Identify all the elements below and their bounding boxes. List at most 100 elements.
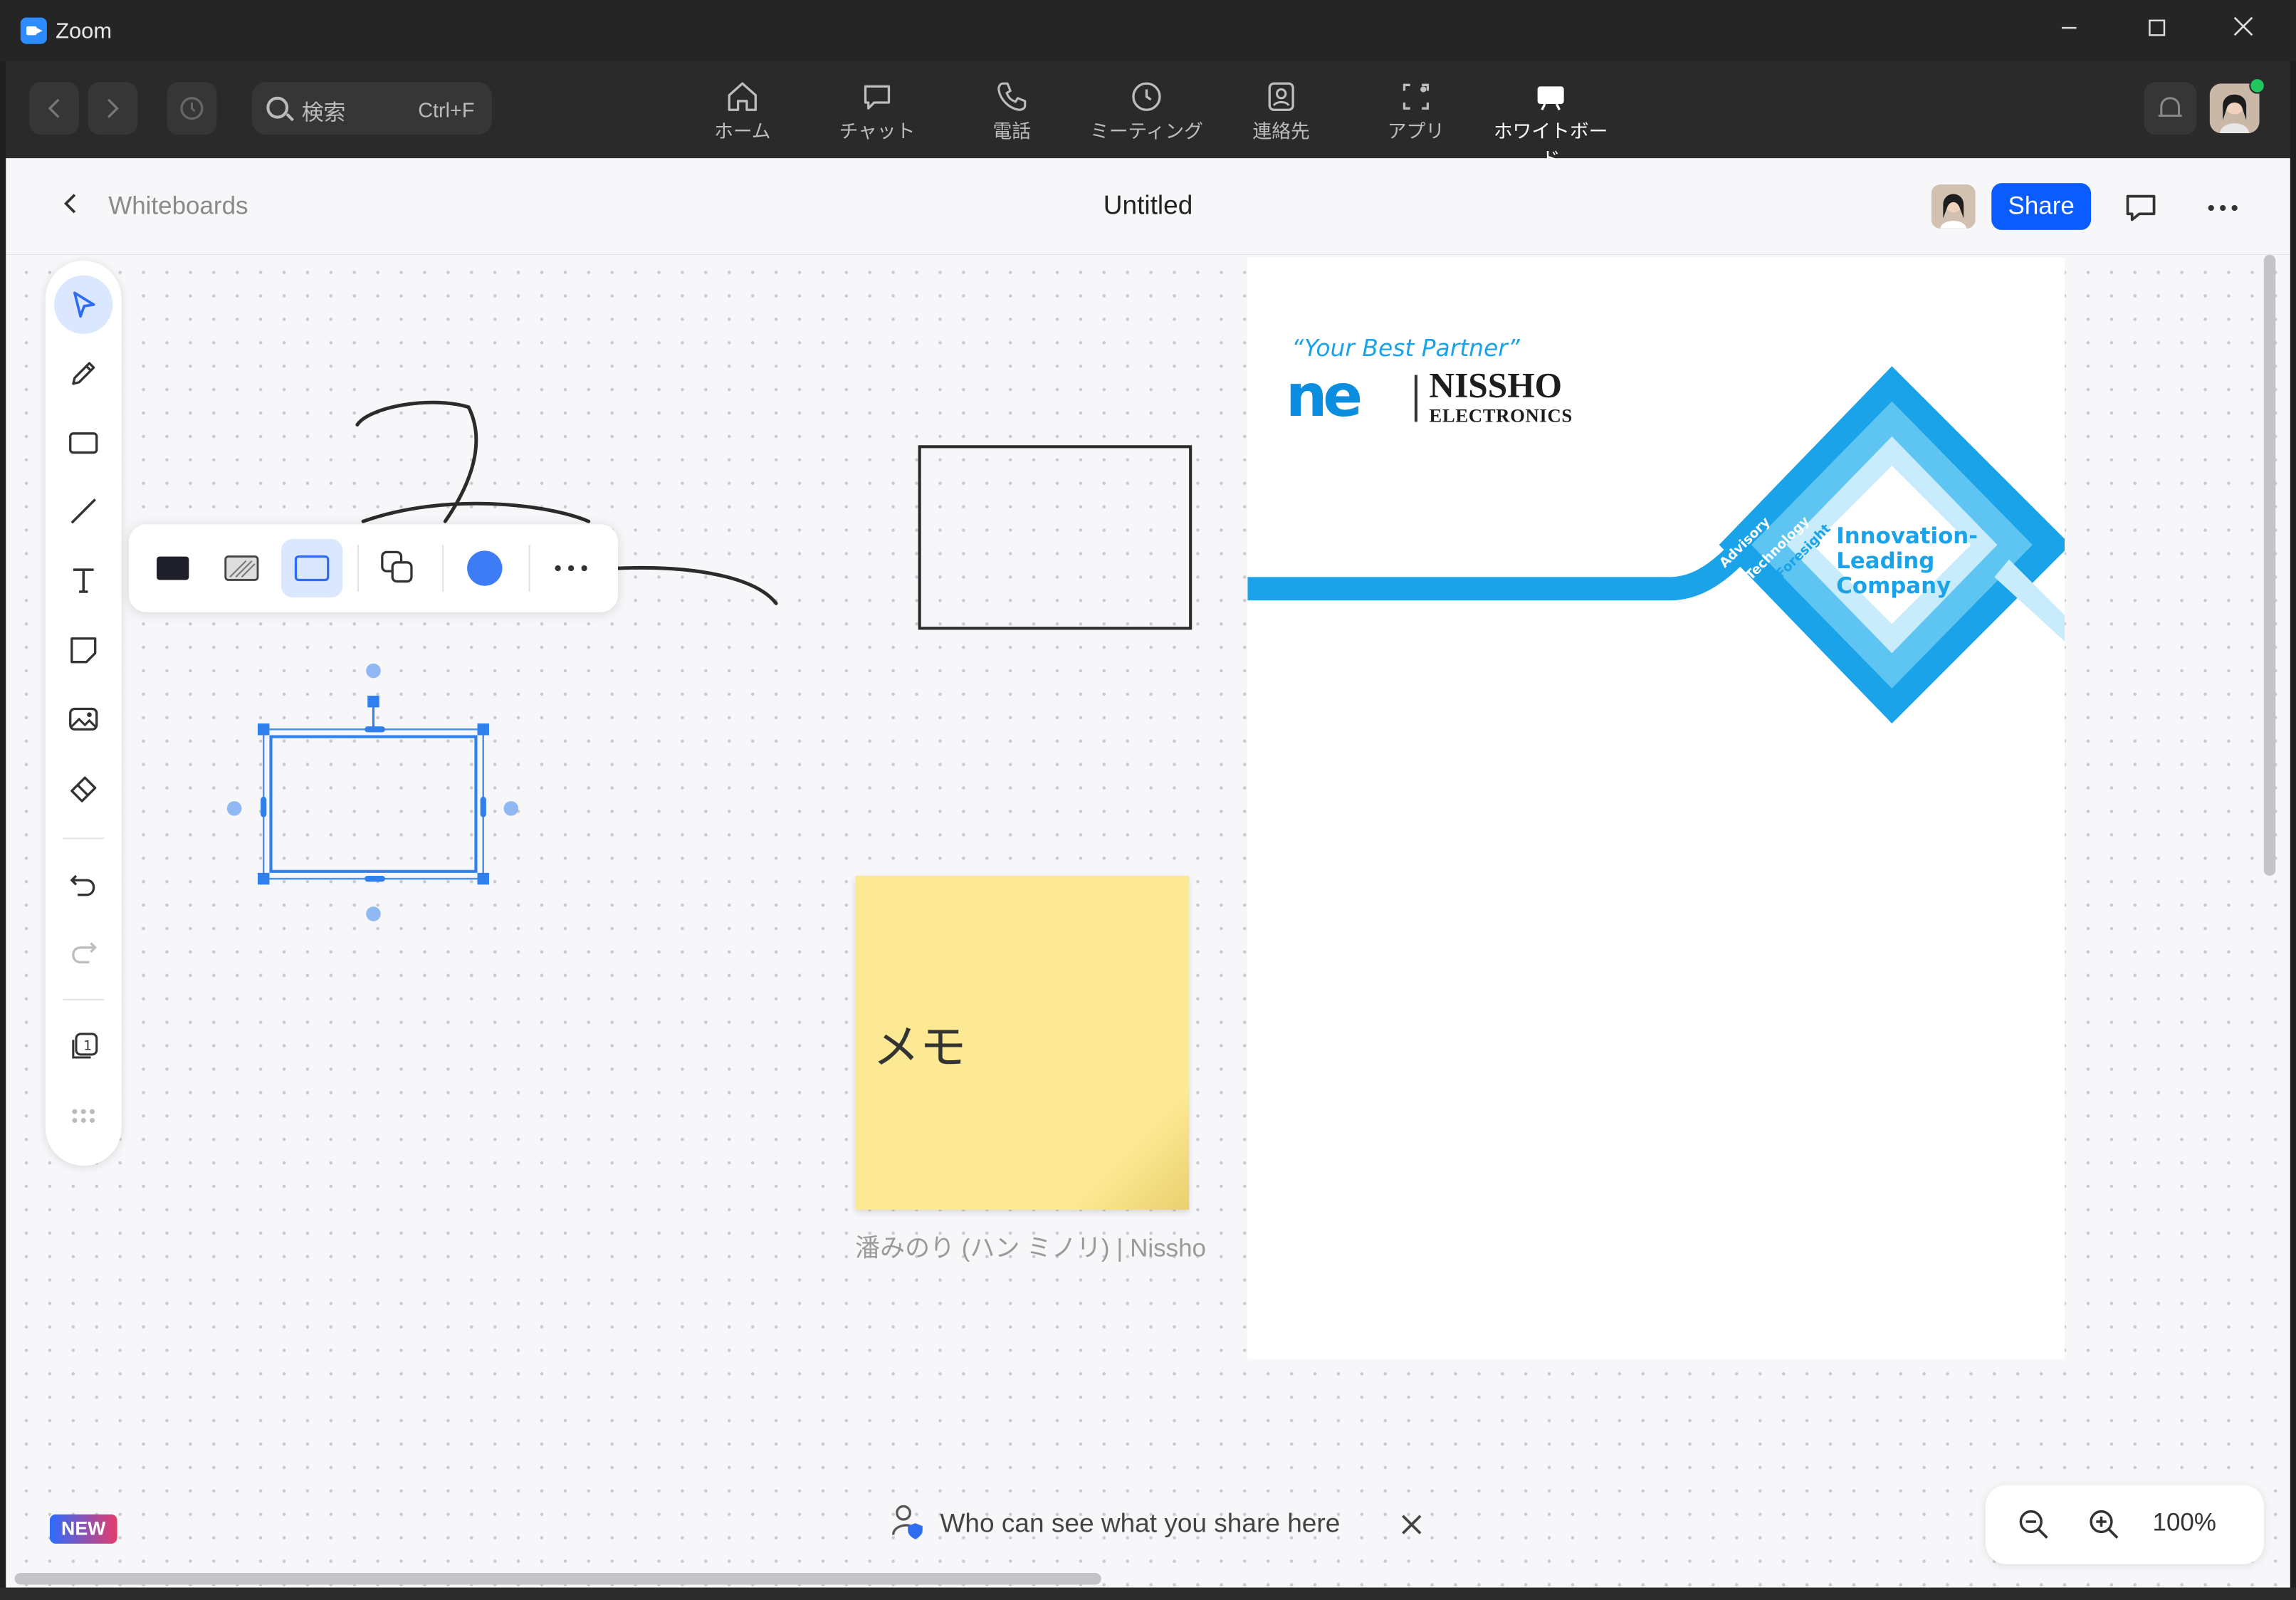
inserted-document[interactable]: “Your Best Partner” ne NISSHO ELECTRONIC… — [1247, 257, 2065, 1359]
tab-apps[interactable]: アプリ — [1350, 76, 1482, 150]
sticky-note-tool[interactable] — [54, 621, 112, 679]
redo-icon — [72, 942, 98, 963]
zoom-logo-icon — [20, 17, 47, 44]
history-icon — [180, 97, 204, 120]
maximize-button[interactable] — [2123, 11, 2191, 49]
close-icon — [2233, 16, 2253, 36]
text-icon — [73, 568, 94, 593]
horizontal-scrollbar[interactable] — [14, 1573, 1101, 1585]
tab-contacts[interactable]: 連絡先 — [1215, 76, 1347, 150]
minimize-icon — [2061, 26, 2077, 29]
tab-whiteboards[interactable]: ホワイトボード — [1485, 76, 1617, 170]
zoom-level[interactable]: 100% — [2152, 1509, 2216, 1538]
chevron-left-icon — [48, 98, 60, 118]
text-tool[interactable] — [54, 550, 112, 609]
search-placeholder: 検索 — [301, 100, 346, 126]
more-horizontal-icon — [2208, 204, 2238, 211]
zoom-out-icon[interactable] — [2018, 1509, 2050, 1541]
rectangle-tool[interactable] — [54, 413, 112, 471]
profile-avatar-button[interactable] — [2208, 78, 2265, 135]
top-navigation: 検索 Ctrl+F ホーム チャット 電話 ミーティング 連絡先 アプリ ホワイ… — [6, 61, 2290, 170]
comments-button[interactable] — [2117, 184, 2164, 231]
title-bar: Zoom — [0, 0, 2296, 62]
fill-style-solid[interactable] — [142, 539, 204, 597]
bell-icon — [2158, 97, 2182, 117]
whiteboard-canvas[interactable]: 1 “Your Best Partner” ne NISSHO ELECTRON… — [6, 254, 2290, 1588]
shapes-icon — [381, 550, 413, 583]
undo-button[interactable] — [54, 855, 112, 914]
more-tools-button[interactable] — [54, 1087, 112, 1145]
new-badge[interactable]: NEW — [49, 1514, 117, 1544]
visibility-notice-text: Who can see what you share here — [940, 1508, 1341, 1538]
tab-meetings[interactable]: ミーティング — [1081, 76, 1212, 150]
rectangle-shape[interactable] — [918, 445, 1192, 630]
maximize-icon — [2149, 19, 2166, 36]
more-horizontal-icon — [555, 565, 587, 572]
solid-fill-icon — [157, 556, 189, 580]
search-icon — [266, 96, 289, 119]
close-icon[interactable] — [1400, 1513, 1423, 1537]
pencil-icon — [72, 362, 95, 385]
fill-style-hatched[interactable] — [211, 539, 272, 597]
notifications-button[interactable] — [2144, 82, 2197, 135]
more-options-button[interactable] — [2199, 184, 2246, 231]
search-shortcut: Ctrl+F — [418, 98, 475, 122]
phone-icon — [997, 82, 1027, 111]
pen-tool[interactable] — [54, 344, 112, 402]
tagline-line: Leading — [1836, 548, 1935, 575]
clock-icon — [1132, 82, 1161, 111]
divider — [528, 545, 530, 592]
share-button[interactable]: Share — [1991, 183, 2092, 230]
eraser-tool[interactable] — [54, 760, 112, 818]
whiteboard-header: Whiteboards Untitled Share — [6, 158, 2290, 255]
apps-icon — [1403, 83, 1430, 110]
fill-style-outline[interactable] — [281, 538, 343, 598]
sticky-note-text: メモ — [872, 1020, 967, 1074]
stroke-color-button[interactable] — [454, 539, 515, 597]
contacts-icon — [1268, 82, 1294, 111]
hatched-fill-icon — [224, 555, 259, 581]
sticky-note[interactable]: メモ — [855, 875, 1190, 1210]
line-icon — [70, 498, 96, 524]
undo-icon — [70, 874, 95, 896]
sticky-note-author: 潘みのり (ハン ミノリ) | Nissho — [855, 1234, 1206, 1262]
select-tool[interactable] — [54, 275, 113, 334]
collaborator-avatar[interactable] — [1931, 184, 1976, 229]
close-window-button[interactable] — [2210, 11, 2277, 49]
line-tool[interactable] — [54, 482, 112, 540]
cursor-icon — [73, 291, 95, 318]
whiteboard-icon — [1537, 86, 1564, 110]
chevron-right-icon — [108, 98, 119, 118]
zoom-controls: 100% — [1986, 1485, 2264, 1564]
image-icon — [69, 707, 98, 731]
minimize-button[interactable] — [2035, 11, 2103, 49]
vertical-scrollbar[interactable] — [2263, 254, 2276, 876]
shape-type-button[interactable] — [367, 539, 429, 597]
divider — [357, 545, 359, 592]
history-button[interactable] — [167, 82, 217, 135]
context-more-button[interactable] — [540, 539, 602, 597]
comment-icon — [2126, 194, 2156, 221]
zoom-in-icon[interactable] — [2088, 1509, 2120, 1541]
window-bottom-edge — [0, 1587, 2296, 1600]
rectangle-icon — [69, 432, 98, 454]
tab-phone[interactable]: 電話 — [946, 76, 1078, 150]
tab-home[interactable]: ホーム — [676, 76, 808, 150]
online-status-dot — [2249, 78, 2265, 94]
tab-chat[interactable]: チャット — [811, 76, 943, 150]
forward-nav-button[interactable] — [88, 82, 138, 135]
home-icon — [728, 82, 757, 111]
tagline-line: Innovation- — [1836, 523, 1978, 550]
pages-icon: 1 — [72, 1032, 98, 1059]
shape-context-toolbar — [128, 524, 618, 612]
tool-palette: 1 — [45, 261, 122, 1166]
eraser-icon — [70, 776, 97, 802]
image-tool[interactable] — [54, 690, 112, 748]
divider — [442, 545, 444, 592]
pages-button[interactable]: 1 — [54, 1018, 112, 1076]
search-box[interactable]: 検索 Ctrl+F — [251, 82, 493, 135]
redo-button[interactable] — [54, 923, 112, 981]
chat-icon — [864, 85, 891, 110]
selected-rectangle[interactable] — [223, 656, 530, 929]
back-nav-button[interactable] — [29, 82, 80, 135]
